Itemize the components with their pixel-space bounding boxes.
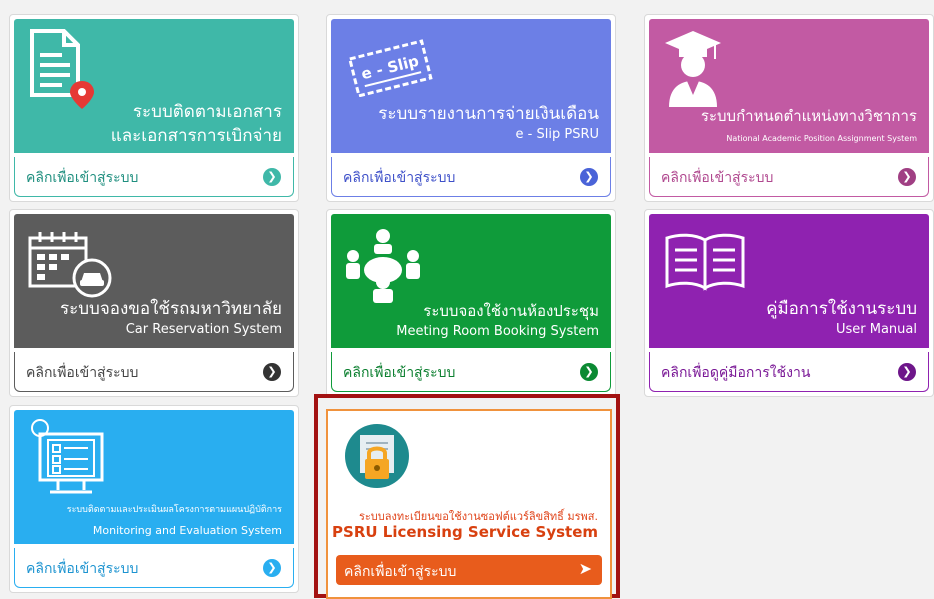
arrow-circle-icon[interactable]: ❯ — [898, 168, 916, 186]
card-subtitle: PSRU Licensing Service System — [332, 523, 598, 541]
arrow-circle-icon[interactable]: ❯ — [580, 363, 598, 381]
license-lock-icon — [344, 423, 410, 489]
card-title: ระบบกำหนดตำแหน่งทางวิชาการ — [700, 107, 917, 125]
card-title-line2: และเอกสารการเบิกจ่าย — [110, 126, 282, 146]
card-banner: ระบบกำหนดตำแหน่งทางวิชาการ National Acad… — [649, 19, 929, 153]
chevron-right-icon[interactable]: ➤ — [579, 559, 592, 578]
card-banner: ระบบจองขอใช้รถมหาวิทยาลัย Car Reservatio… — [14, 214, 294, 348]
card-user-manual: คู่มือการใช้งานระบบ User Manual คลิกเพื่… — [644, 209, 934, 397]
enter-system-button[interactable]: คลิกเพื่อเข้าสู่ระบบ ➤ — [336, 555, 602, 585]
enter-system-link[interactable]: คลิกเพื่อเข้าสู่ระบบ ❯ — [14, 352, 294, 392]
card-document-tracking: ระบบติดตามเอกสาร และเอกสารการเบิกจ่าย คล… — [9, 14, 299, 202]
card-banner: ระบบจองใช้งานห้องประชุม Meeting Room Boo… — [331, 214, 611, 348]
card-title: ระบบรายงานการจ่ายเงินเดือน — [378, 104, 599, 124]
card-title: คู่มือการใช้งานระบบ — [766, 299, 917, 319]
card-banner: ระบบติดตามเอกสาร และเอกสารการเบิกจ่าย — [14, 19, 294, 153]
card-academic-position: ระบบกำหนดตำแหน่งทางวิชาการ National Acad… — [644, 14, 934, 202]
link-label[interactable]: คลิกเพื่อเข้าสู่ระบบ — [343, 362, 455, 384]
card-e-slip: e - Slip ระบบรายงานการจ่ายเงินเดือน e - … — [326, 14, 616, 202]
card-licensing-service: ระบบลงทะเบียนขอใช้งานซอฟต์แวร์ลิขสิทธิ์ … — [326, 409, 612, 599]
calendar-car-icon — [26, 228, 116, 298]
graduate-icon — [663, 29, 723, 109]
card-title: ระบบติดตามและประเมินผลโครงการตามแผนปฏิบั… — [66, 505, 282, 515]
link-label[interactable]: คลิกเพื่อเข้าสู่ระบบ — [661, 167, 773, 189]
card-subtitle: Meeting Room Booking System — [396, 324, 599, 339]
link-label[interactable]: คลิกเพื่อเข้าสู่ระบบ — [26, 167, 138, 189]
card-car-reservation: ระบบจองขอใช้รถมหาวิทยาลัย Car Reservatio… — [9, 209, 299, 397]
card-subtitle: e - Slip PSRU — [515, 127, 599, 142]
enter-system-link[interactable]: คลิกเพื่อเข้าสู่ระบบ ❯ — [331, 157, 611, 197]
checklist-monitor-icon — [26, 418, 116, 498]
card-title: ระบบจองขอใช้รถมหาวิทยาลัย — [59, 299, 282, 319]
enter-system-link[interactable]: คลิกเพื่อเข้าสู่ระบบ ❯ — [14, 548, 294, 588]
card-title: ระบบจองใช้งานห้องประชุม — [423, 302, 599, 320]
link-label[interactable]: คลิกเพื่อเข้าสู่ระบบ — [26, 558, 138, 580]
arrow-circle-icon[interactable]: ❯ — [263, 559, 281, 577]
card-subtitle: Monitoring and Evaluation System — [92, 524, 282, 537]
e-slip-badge: e - Slip — [359, 52, 421, 84]
arrow-circle-icon[interactable]: ❯ — [898, 363, 916, 381]
arrow-circle-icon[interactable]: ❯ — [263, 168, 281, 186]
card-monitoring-evaluation: ระบบติดตามและประเมินผลโครงการตามแผนปฏิบั… — [9, 405, 299, 593]
enter-system-link[interactable]: คลิกเพื่อเข้าสู่ระบบ ❯ — [649, 157, 929, 197]
enter-system-link[interactable]: คลิกเพื่อเข้าสู่ระบบ ❯ — [331, 352, 611, 392]
link-label[interactable]: คลิกเพื่อเข้าสู่ระบบ — [344, 561, 456, 583]
arrow-circle-icon[interactable]: ❯ — [580, 168, 598, 186]
card-banner: ระบบติดตามและประเมินผลโครงการตามแผนปฏิบั… — [14, 410, 294, 544]
link-label[interactable]: คลิกเพื่อเข้าสู่ระบบ — [26, 362, 138, 384]
card-title: ระบบติดตามเอกสาร — [132, 102, 282, 122]
document-location-icon — [26, 29, 94, 109]
arrow-circle-icon[interactable]: ❯ — [263, 363, 281, 381]
card-subtitle: User Manual — [835, 322, 917, 337]
card-subtitle: Car Reservation System — [125, 322, 282, 337]
link-label[interactable]: คลิกเพื่อดูคู่มือการใช้งาน — [661, 362, 810, 384]
meeting-icon — [343, 226, 423, 306]
link-label[interactable]: คลิกเพื่อเข้าสู่ระบบ — [343, 167, 455, 189]
e-slip-ticket-icon: e - Slip — [347, 37, 437, 97]
enter-system-link[interactable]: คลิกเพื่อเข้าสู่ระบบ ❯ — [14, 157, 294, 197]
view-manual-link[interactable]: คลิกเพื่อดูคู่มือการใช้งาน ❯ — [649, 352, 929, 392]
card-banner: คู่มือการใช้งานระบบ User Manual — [649, 214, 929, 348]
card-meeting-room: ระบบจองใช้งานห้องประชุม Meeting Room Boo… — [326, 209, 616, 397]
card-subtitle: National Academic Position Assignment Sy… — [726, 134, 917, 143]
book-icon — [663, 230, 747, 294]
card-banner: e - Slip ระบบรายงานการจ่ายเงินเดือน e - … — [331, 19, 611, 153]
